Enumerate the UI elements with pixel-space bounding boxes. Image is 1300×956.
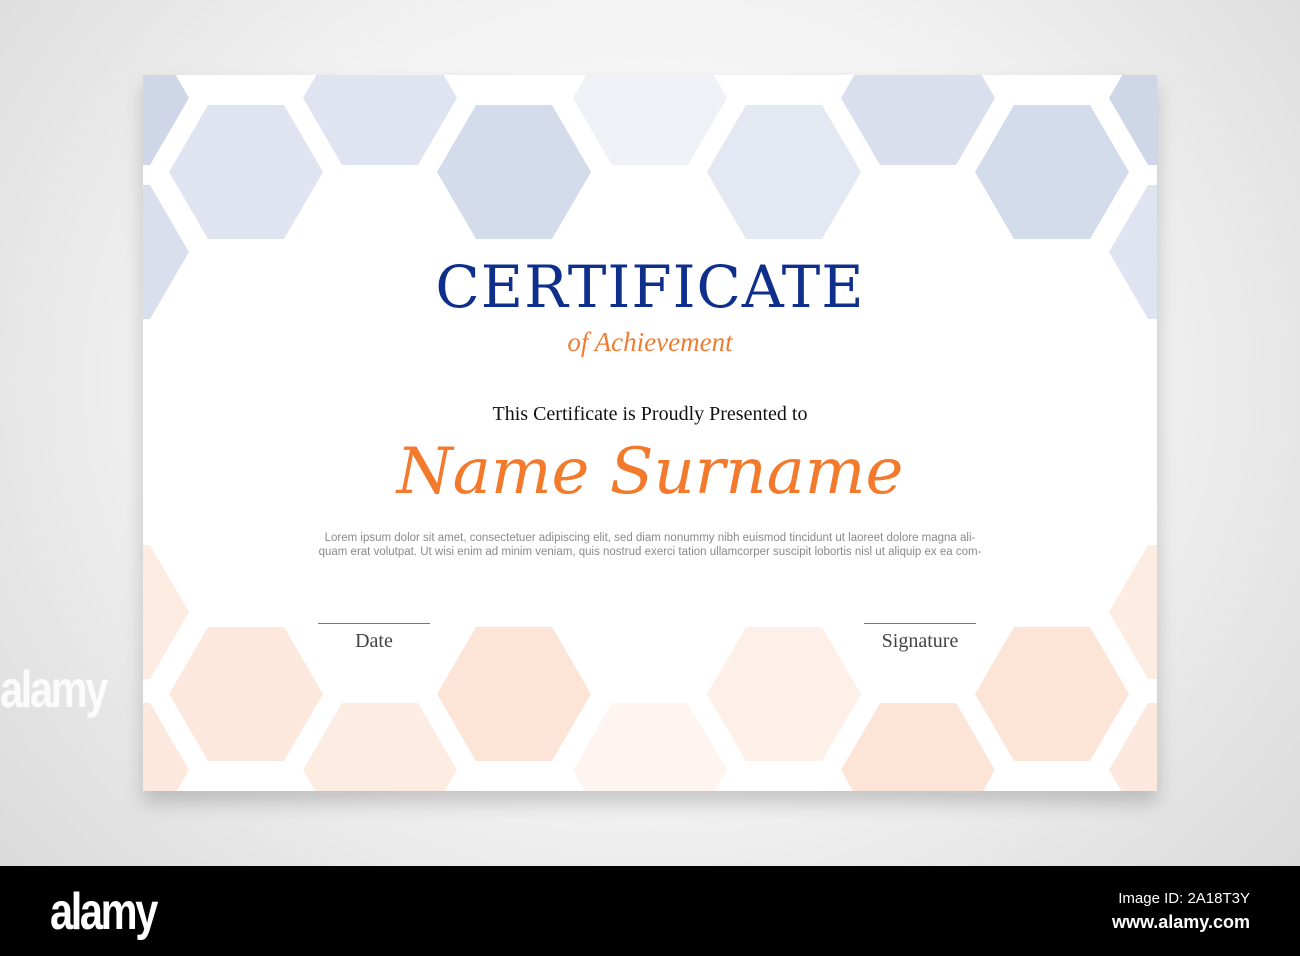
image-id: Image ID: 2A18T3Y: [1118, 890, 1250, 907]
body-text: Lorem ipsum dolor sit amet, consectetuer…: [143, 531, 1157, 559]
hexagon-pattern: [143, 75, 1157, 791]
hexagon-shape: [169, 105, 323, 239]
hexagon-shape: [841, 703, 995, 791]
presented-text: This Certificate is Proudly Presented to: [492, 403, 808, 425]
hexagon-shape: [437, 105, 591, 239]
hexagon-shape: [1109, 545, 1157, 679]
footer-bar: alamy Image ID: 2A18T3Y www.alamy.com: [0, 866, 1300, 956]
hexagon-shape: [975, 627, 1129, 761]
hexagon-shape: [573, 703, 727, 791]
certificate-title: CERTIFICATE: [435, 253, 865, 321]
certificate-subtitle: of Achievement: [567, 327, 733, 357]
hexagon-shape: [143, 545, 189, 679]
hexagon-shape: [303, 75, 457, 165]
alamy-logo: alamy: [50, 883, 158, 941]
hexagon-shape: [841, 75, 995, 165]
body-line: quam erat volutpat. Ut wisi enim ad mini…: [318, 546, 982, 558]
body-line: Lorem ipsum dolor sit amet, consectetuer…: [324, 532, 976, 544]
website: www.alamy.com: [1111, 912, 1250, 932]
hexagon-shape: [169, 627, 323, 761]
watermark: alamy: [0, 661, 108, 719]
hexagon-shape: [1109, 703, 1157, 791]
certificate: CERTIFICATE of Achievement This Certific…: [143, 75, 1157, 791]
hexagon-shape: [707, 627, 861, 761]
recipient-name: Name Surname: [396, 435, 904, 509]
signature-field: Signature: [864, 623, 976, 653]
date-field: Date: [318, 623, 430, 653]
hexagon-shape: [975, 105, 1129, 239]
hexagon-shape: [707, 105, 861, 239]
hexagon-shape: [437, 627, 591, 761]
hexagon-shape: [573, 75, 727, 165]
hexagon-shape: [303, 703, 457, 791]
